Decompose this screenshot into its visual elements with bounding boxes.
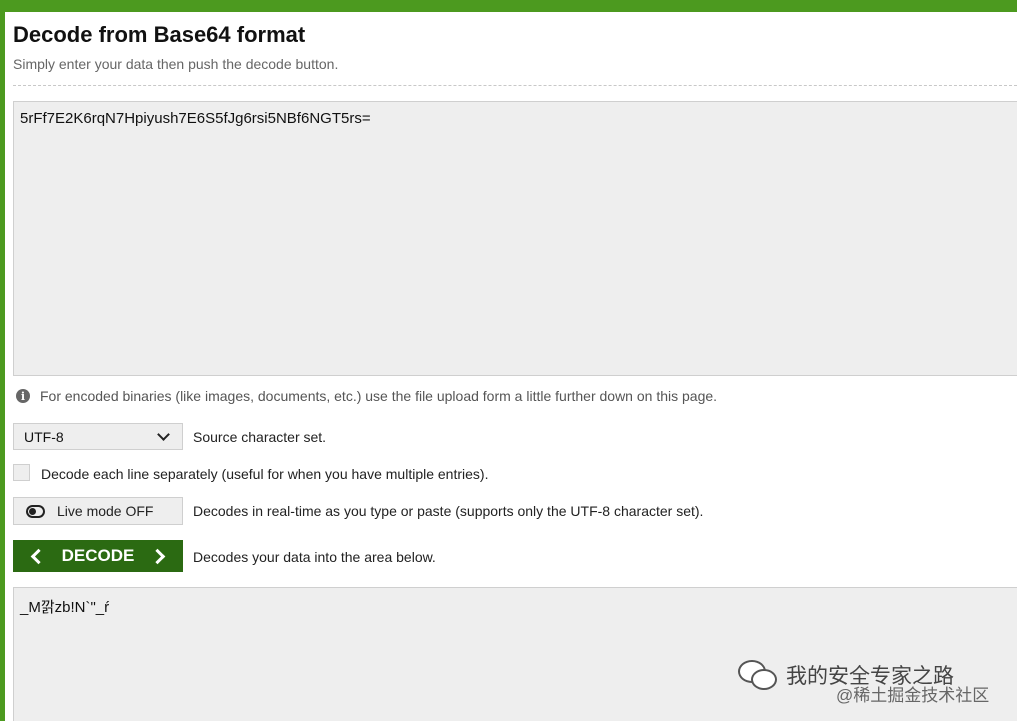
charset-label: Source character set. — [193, 429, 327, 445]
decode-lines-label: Decode each line separately (useful for … — [41, 466, 489, 482]
decode-lines-checkbox[interactable] — [13, 464, 30, 481]
chevron-down-icon — [157, 428, 170, 441]
wechat-icon — [738, 660, 778, 690]
section-divider — [13, 85, 1017, 86]
decode-button-label: DECODE — [61, 546, 135, 565]
toggle-icon — [26, 504, 45, 518]
chevron-left-icon — [30, 548, 47, 564]
page-title: Decode from Base64 format — [13, 22, 306, 47]
page-subtitle: Simply enter your data then push the dec… — [13, 56, 339, 72]
info-icon: i — [16, 389, 30, 403]
live-mode-label: Live mode OFF — [57, 503, 154, 519]
left-accent-bar — [0, 0, 5, 721]
live-mode-description: Decodes in real-time as you type or past… — [193, 503, 704, 519]
live-mode-toggle-button[interactable]: Live mode OFF — [13, 497, 183, 525]
decode-button[interactable]: DECODE — [13, 540, 183, 572]
watermark-subtext: @稀土掘金技术社区 — [836, 686, 990, 705]
binary-info-note: i For encoded binaries (like images, doc… — [16, 388, 717, 404]
top-accent-bar — [0, 0, 1017, 12]
charset-selected-value: UTF-8 — [24, 428, 64, 445]
encoded-input-textarea[interactable]: 5rFf7E2K6rqN7Hpiyush7E6S5fJg6rsi5NBf6NGT… — [13, 101, 1017, 376]
charset-select[interactable]: UTF-8 — [13, 423, 183, 450]
binary-info-text: For encoded binaries (like images, docum… — [40, 388, 718, 404]
chevron-right-icon — [149, 548, 166, 564]
decode-description: Decodes your data into the area below. — [193, 549, 436, 565]
